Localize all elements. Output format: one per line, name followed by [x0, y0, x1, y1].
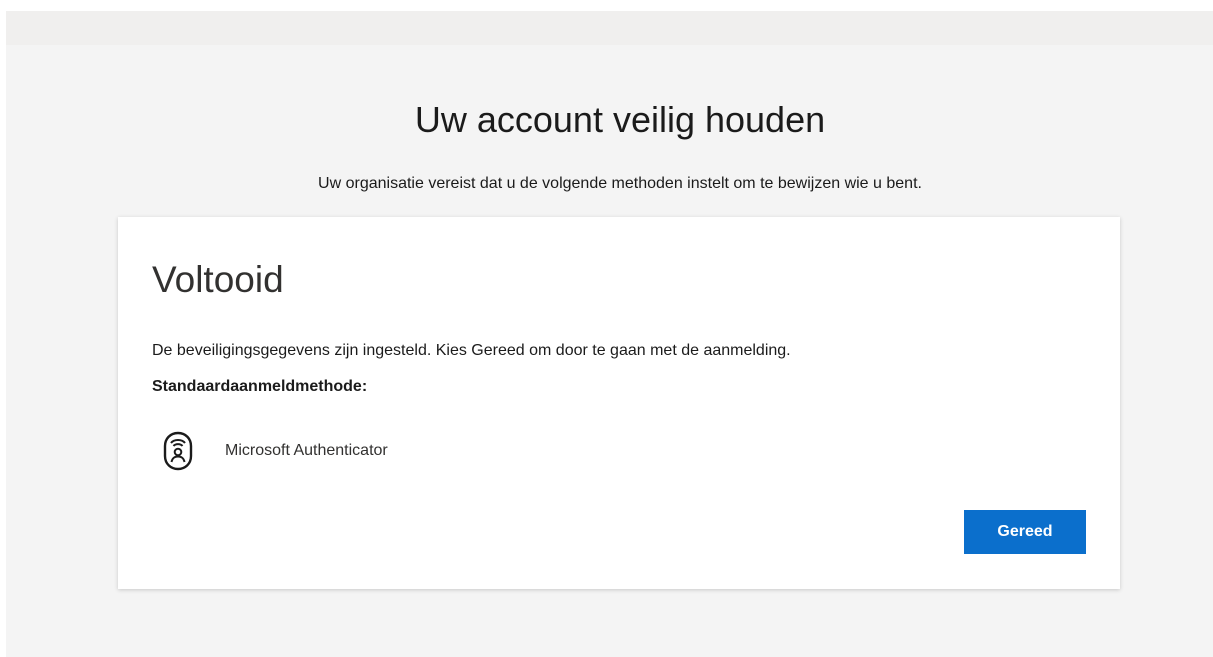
done-button[interactable]: Gereed [964, 510, 1086, 554]
completion-card: Voltooid De beveiligingsgegevens zijn in… [118, 217, 1120, 589]
page-title: Uw account veilig houden [414, 99, 826, 140]
card-title: Voltooid [152, 259, 284, 300]
default-method-row: Microsoft Authenticator [162, 426, 388, 476]
authenticator-lock-icon [162, 430, 194, 472]
top-bar [6, 11, 1213, 45]
default-method-label: Standaardaanmeldmethode: [152, 378, 368, 395]
page-subtitle: Uw organisatie vereist dat u de volgende… [318, 175, 922, 192]
page-background: Uw account veilig houden Uw organisatie … [6, 11, 1213, 657]
completion-message: De beveiligingsgegevens zijn ingesteld. … [152, 342, 791, 359]
method-name: Microsoft Authenticator [225, 442, 388, 459]
